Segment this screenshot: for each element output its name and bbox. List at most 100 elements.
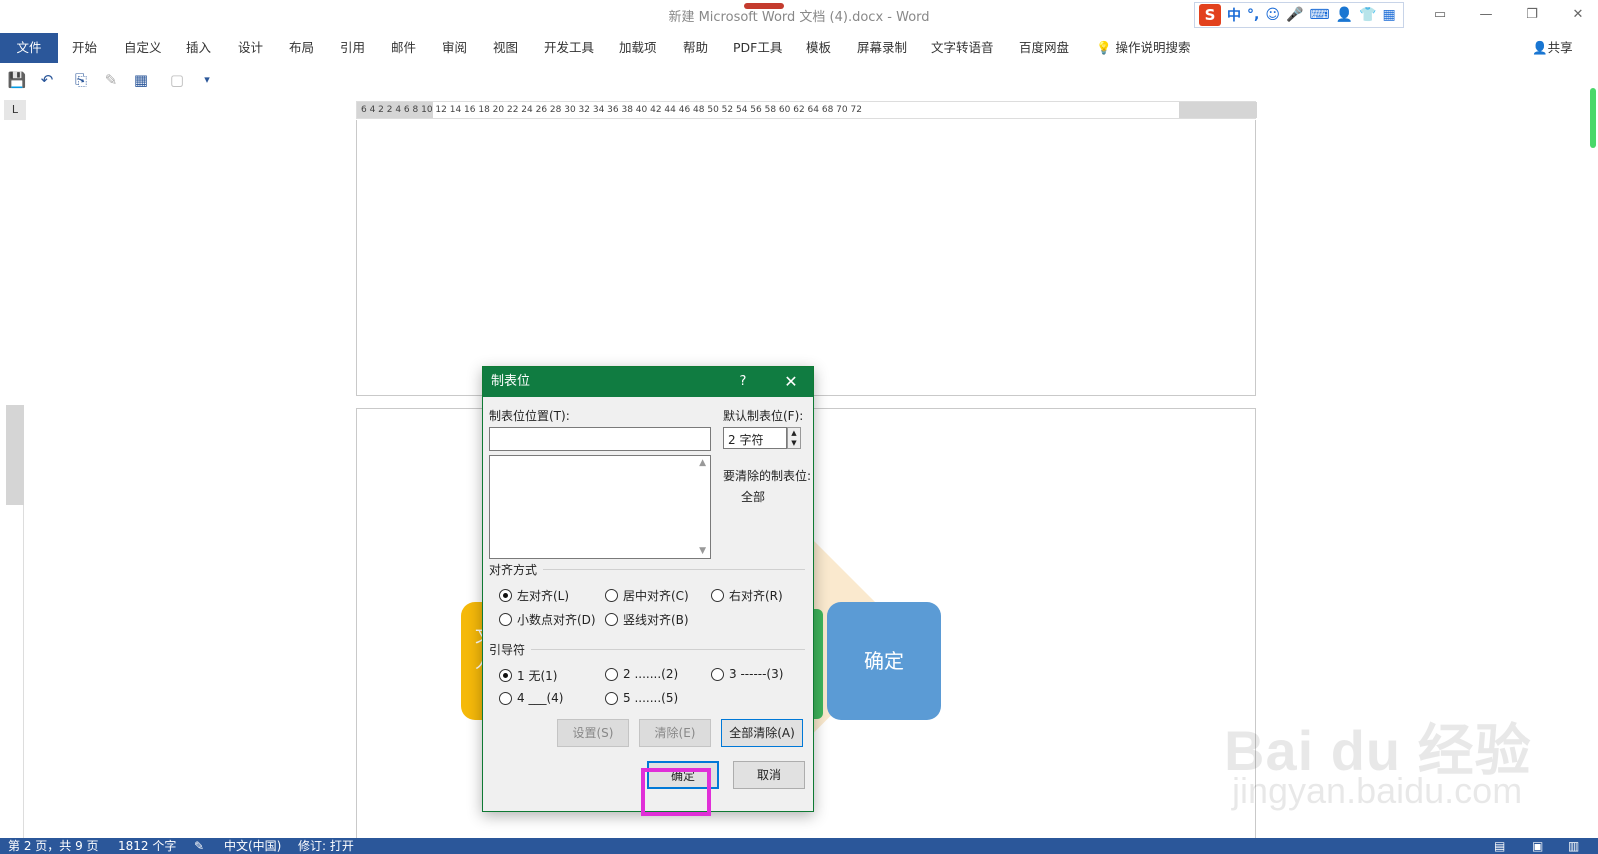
proofing-icon[interactable]: ✎ [194,838,204,854]
ime-chinese-mode[interactable]: 中 [1227,5,1241,25]
page-1[interactable] [356,120,1256,396]
print-layout-icon[interactable]: ▣ [1532,838,1543,854]
ime-punctuation[interactable]: °, [1247,7,1259,23]
tab-home[interactable]: 开始 [72,33,97,63]
ime-skin-icon[interactable]: 👕 [1359,7,1376,23]
leader-none-radio[interactable]: 1 无(1) [499,667,557,684]
ime-menu-icon[interactable]: ▦ [1382,7,1395,23]
align-bar-radio[interactable]: 竖线对齐(B) [605,611,689,628]
tab-file[interactable]: 文件 [0,33,58,63]
layout-icon[interactable]: ▦ [130,70,152,90]
tab-developer[interactable]: 开发工具 [544,33,594,63]
ime-keyboard-icon[interactable]: ⌨ [1309,7,1329,23]
ribbon-display-options-icon[interactable]: ▭ [1420,4,1460,26]
tab-pdf-tools[interactable]: PDF工具 [733,33,782,63]
baidu-watermark-url: jingyan.baidu.com [1232,770,1523,811]
leader-middle-dots-radio[interactable]: 5 .......(5) [605,691,678,705]
default-tab-input[interactable]: 2 字符 [723,427,787,449]
tab-screen-record[interactable]: 屏幕录制 [857,33,907,63]
tab-text-to-speech[interactable]: 文字转语音 [931,33,994,63]
new-page-icon[interactable]: ▢ [166,70,188,90]
format-painter-icon[interactable]: ⎘ [70,70,92,90]
vertical-ruler[interactable] [6,405,24,845]
tab-design[interactable]: 设计 [238,33,263,63]
align-right-radio[interactable]: 右对齐(R) [711,587,783,604]
default-tab-spinner[interactable]: ▲ ▼ [787,427,801,449]
ime-user-icon[interactable]: 👤 [1336,7,1353,23]
scroll-down-icon[interactable]: ▼ [699,546,706,556]
language-indicator[interactable]: 中文(中国) [224,838,281,854]
ime-emoji-icon[interactable]: ☺ [1265,7,1280,23]
leader-dashes-radio[interactable]: 3 ------(3) [711,667,783,681]
restore-button[interactable]: ❐ [1512,4,1552,26]
default-tab-label: 默认制表位(F): [723,409,804,423]
ruler-numbers: 6 4 2 2 4 6 8 10 12 14 16 18 20 22 24 26… [361,105,862,115]
scroll-up-icon[interactable]: ▲ [699,458,706,468]
help-icon[interactable]: ? [733,367,753,397]
tab-view[interactable]: 视图 [493,33,518,63]
radio-indicator [711,667,724,681]
set-button[interactable]: 设置(S) [557,719,629,747]
radio-label: 2 .......(2) [623,667,679,681]
align-decimal-radio[interactable]: 小数点对齐(D) [499,611,596,628]
alignment-divider [543,569,805,570]
tab-selector[interactable]: L [4,100,26,120]
tell-me-search[interactable]: 💡 操作说明搜索 [1096,33,1191,63]
blue-shape[interactable]: 确定 [827,602,941,720]
ime-voice-icon[interactable]: 🎤 [1286,7,1303,23]
tab-addins[interactable]: 加载项 [619,33,657,63]
track-changes-status[interactable]: 修订: 打开 [298,838,354,854]
radio-indicator [605,691,618,705]
web-layout-icon[interactable]: ▥ [1568,838,1579,854]
ribbon-tabs: 文件 开始 自定义 插入 设计 布局 引用 邮件 审阅 视图 开发工具 加载项 … [0,33,1598,63]
tab-layout[interactable]: 布局 [289,33,314,63]
minimize-button[interactable]: — [1466,4,1506,26]
person-icon: 👤 [1532,40,1548,55]
share-label: 共享 [1547,40,1573,55]
radio-label: 左对齐(L) [517,589,570,603]
align-center-radio[interactable]: 居中对齐(C) [605,587,689,604]
ime-toolbar[interactable]: S 中 °, ☺ 🎤 ⌨ 👤 👕 ▦ [1194,2,1404,28]
close-window-button[interactable]: ✕ [1558,4,1598,26]
radio-label: 右对齐(R) [729,589,783,603]
read-mode-icon[interactable]: ▤ [1494,838,1505,854]
tab-references[interactable]: 引用 [340,33,365,63]
clear-button[interactable]: 清除(E) [639,719,711,747]
ruler-top-margin [6,405,24,505]
lightbulb-icon: 💡 [1096,40,1116,55]
clear-all-button[interactable]: 全部清除(A) [721,719,803,747]
tabs-to-clear-value: 全部 [741,490,766,504]
tab-insert[interactable]: 插入 [186,33,211,63]
leader-underline-radio[interactable]: 4 ___(4) [499,691,563,705]
undo-icon[interactable]: ↶ [36,70,58,90]
tab-review[interactable]: 审阅 [442,33,467,63]
tab-position-list[interactable]: ▲ ▼ [489,455,711,559]
sogou-logo-icon[interactable]: S [1199,4,1221,26]
align-left-radio[interactable]: 左对齐(L) [499,587,569,604]
tab-templates[interactable]: 模板 [806,33,831,63]
radio-label: 居中对齐(C) [623,589,689,603]
tab-mailings[interactable]: 邮件 [391,33,416,63]
tabs-dialog: 制表位 ? ✕ 制表位位置(T): ▲ ▼ 默认制表位(F): 2 字符 ▲ ▼ … [482,366,814,812]
tab-position-input[interactable] [489,427,711,451]
tab-help[interactable]: 帮助 [683,33,708,63]
cancel-button[interactable]: 取消 [733,761,805,789]
vertical-scrollbar[interactable] [1590,88,1596,148]
tab-baidu-netdisk[interactable]: 百度网盘 [1019,33,1069,63]
tell-me-label: 操作说明搜索 [1115,40,1191,55]
radio-label: 竖线对齐(B) [623,613,689,627]
share-button[interactable]: 👤共享 [1532,33,1573,63]
word-count[interactable]: 1812 个字 [118,838,176,854]
tab-custom[interactable]: 自定义 [124,33,162,63]
quick-access-toolbar: 💾 ↶ ⎘ ✎ ▦ ▢ ▾ [0,66,1598,94]
word-window: 新建 Microsoft Word 文档 (4).docx - Word S 中… [0,0,1598,854]
radio-indicator [605,589,618,602]
page-count[interactable]: 第 2 页，共 9 页 [8,838,99,854]
horizontal-ruler[interactable]: 6 4 2 2 4 6 8 10 12 14 16 18 20 22 24 26… [356,101,1257,119]
save-icon[interactable]: 💾 [6,70,28,90]
close-icon[interactable]: ✕ [781,367,801,397]
customize-qat-icon[interactable]: ▾ [196,70,218,90]
brush-icon[interactable]: ✎ [100,70,122,90]
leader-dots-radio[interactable]: 2 .......(2) [605,667,678,681]
radio-label: 1 无(1) [517,669,558,683]
